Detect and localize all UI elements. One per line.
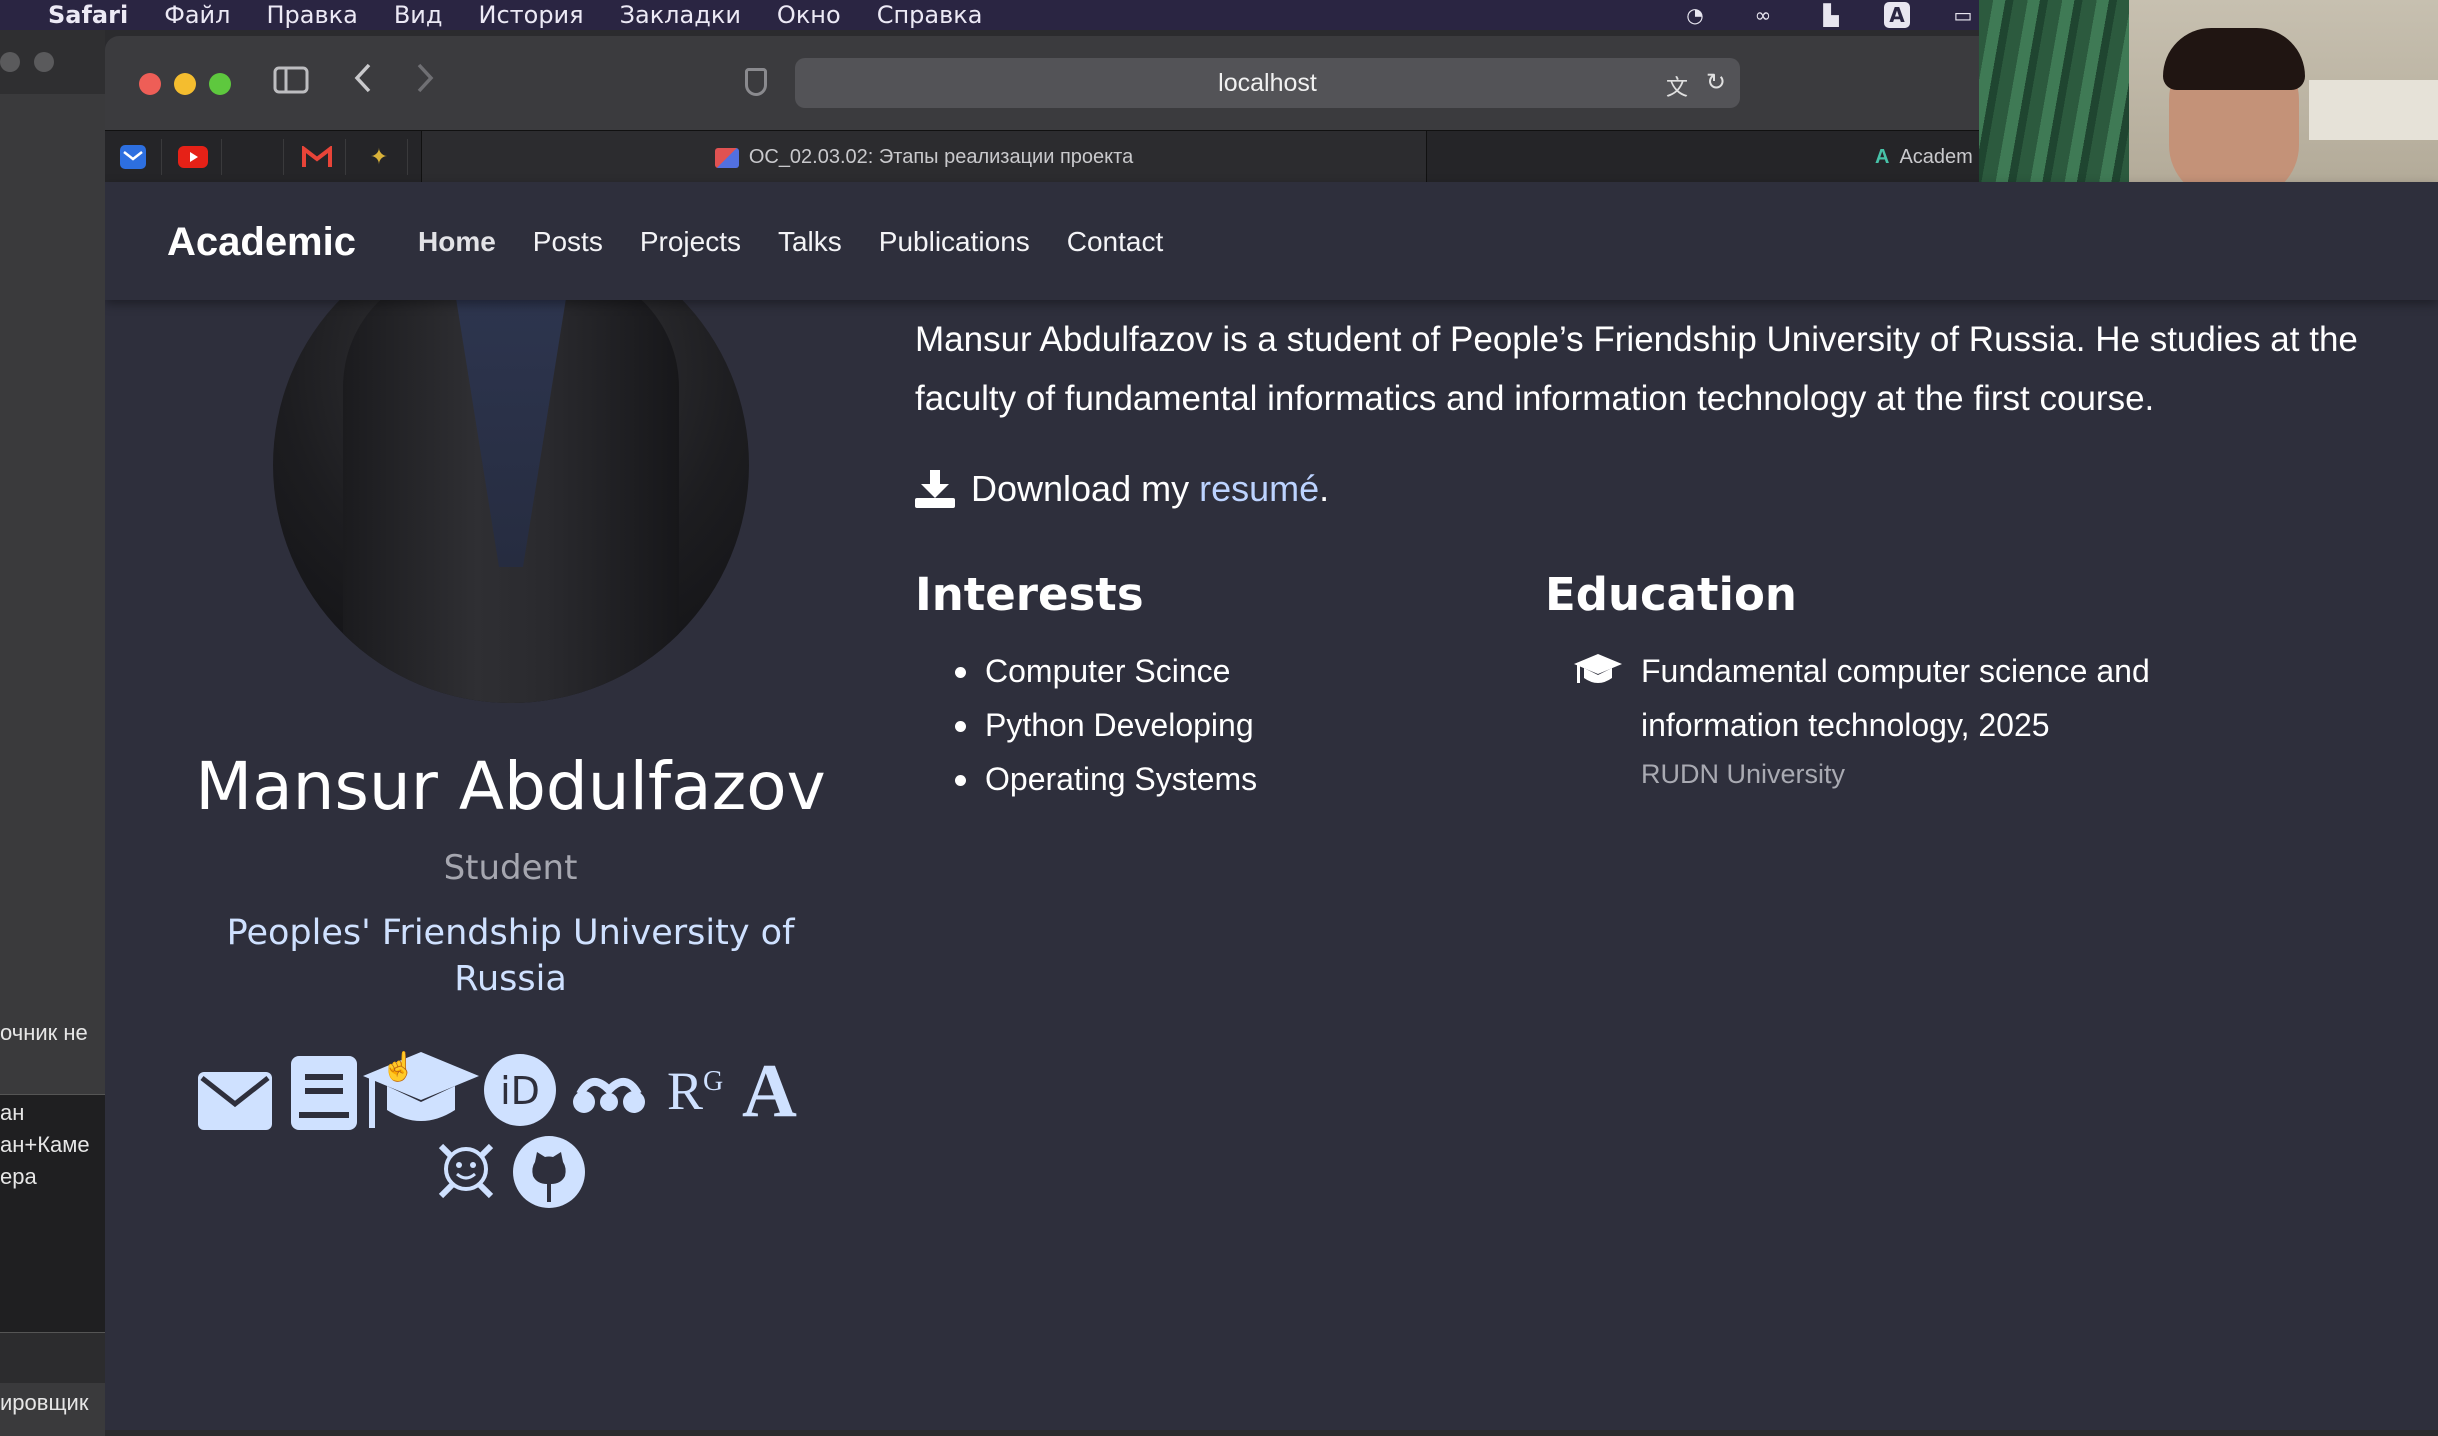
interests-heading: Interests (915, 568, 1144, 621)
menu-view[interactable]: Вид (394, 1, 443, 29)
orcid-icon[interactable]: iD (484, 1054, 556, 1131)
tab-active[interactable]: ОС_02.03.02: Этапы реализации проекта (421, 131, 1427, 183)
notification-icon[interactable]: ▙ (1816, 3, 1846, 27)
list-item: Operating Systems (915, 752, 1257, 806)
zoom-window-button[interactable] (209, 73, 231, 95)
safari-window: localhost 文 ↻ ✦ ОС_02.03.02: Этапы реали… (105, 36, 2438, 1430)
battery-icon[interactable]: ▭ (1948, 3, 1978, 27)
tab-title: Academ (1899, 146, 1973, 168)
profile-name: Mansur Abdulfazov (195, 748, 826, 825)
site-navbar: Academic Home Posts Projects Talks Publi… (105, 182, 2438, 300)
menu-bookmarks[interactable]: Закладки (620, 1, 741, 29)
background-text: ировщик (0, 1390, 89, 1415)
academic-favicon-icon: A (1875, 146, 1890, 168)
web-page: Academic Home Posts Projects Talks Publi… (105, 182, 2438, 1430)
github-icon[interactable] (513, 1136, 585, 1213)
education-course: Fundamental computer science and informa… (1641, 653, 2150, 743)
about-bio: Mansur Abdulfazov is a student of People… (915, 320, 2358, 418)
resume-link[interactable]: resumé (1199, 468, 1319, 510)
svg-text:iD: iD (500, 1069, 540, 1113)
tab-title: ОС_02.03.02: Этапы реализации проекта (748, 146, 1134, 168)
tab-favicon-icon (714, 147, 739, 168)
list-item: Python Developing (915, 698, 1257, 752)
background-text: очник не (0, 1020, 88, 1045)
bookmark-mail-icon[interactable] (105, 139, 162, 175)
forward-icon[interactable] (415, 62, 435, 102)
download-text: Download my (971, 468, 1190, 509)
window-dot (34, 52, 54, 72)
nav-publications[interactable]: Publications (879, 226, 1030, 258)
download-icon (915, 470, 955, 508)
site-nav-links: Home Posts Projects Talks Publications C… (418, 226, 1163, 258)
url-text[interactable]: localhost (795, 58, 1740, 108)
menu-help[interactable]: Справка (877, 1, 983, 29)
sidebar-toggle-icon[interactable] (273, 66, 309, 102)
menubar-app-name[interactable]: Safari (48, 1, 128, 29)
close-window-button[interactable] (139, 73, 161, 95)
education-institution: RUDN University (1641, 759, 1846, 789)
back-icon[interactable] (353, 62, 373, 102)
bookmark-gmail-icon[interactable] (289, 139, 346, 175)
interests-list: Computer Scince Python Developing Operat… (915, 644, 1257, 806)
privacy-shield-icon[interactable] (745, 68, 767, 96)
background-bottom-bar (0, 1332, 105, 1383)
translate-icon[interactable]: 文 (1666, 70, 1688, 102)
sync-icon[interactable]: ◔ (1680, 3, 1710, 27)
background-window-titlebar (0, 30, 105, 94)
menu-window[interactable]: Окно (777, 1, 841, 29)
graduation-cap-icon (1574, 654, 1622, 693)
background-list-item[interactable]: ера (0, 1164, 100, 1190)
profile-organization[interactable]: Peoples' Friendship University of Russia (198, 910, 823, 1002)
profile-role: Student (443, 848, 578, 888)
skull-crossbones-icon[interactable] (435, 1140, 497, 1207)
reload-icon[interactable]: ↻ (1706, 68, 1726, 97)
nav-home[interactable]: Home (418, 226, 496, 258)
keyboard-layout-icon[interactable]: A (1884, 2, 1910, 28)
menu-file[interactable]: Файл (164, 1, 230, 29)
nav-posts[interactable]: Posts (533, 226, 603, 258)
researchgate-icon[interactable]: RG (667, 1060, 723, 1122)
status-tray: ◔ ∞ ▙ A ▭ (1680, 0, 1978, 30)
window-dot (0, 52, 20, 72)
background-window: очник не ан ан+Каме ера ировщик (0, 30, 105, 1436)
webcam-person-hair (2163, 28, 2305, 90)
creative-cloud-icon[interactable]: ∞ (1748, 3, 1778, 27)
mouse-pointer-icon: ☝ (381, 1051, 416, 1082)
menu-edit[interactable]: Правка (267, 1, 358, 29)
nav-talks[interactable]: Talks (778, 226, 842, 258)
list-item: Computer Scince (915, 644, 1257, 698)
background-list-item[interactable]: ан+Каме (0, 1132, 100, 1158)
envelope-icon[interactable] (198, 1072, 272, 1135)
mendeley-icon[interactable] (572, 1072, 646, 1121)
minimize-window-button[interactable] (174, 73, 196, 95)
download-resume: Download my resumé. (915, 468, 1329, 510)
webcam-shelf (2309, 80, 2438, 140)
bookmark-youtube-icon[interactable] (165, 139, 222, 175)
bookmark-apple-icon[interactable] (227, 139, 284, 175)
site-brand[interactable]: Academic (167, 220, 356, 265)
address-bar[interactable]: localhost 文 ↻ (795, 58, 1740, 108)
academia-icon[interactable]: A (742, 1048, 797, 1135)
nav-contact[interactable]: Contact (1067, 226, 1164, 258)
bookmark-emblem-icon[interactable]: ✦ (351, 139, 408, 175)
menu-history[interactable]: История (479, 1, 584, 29)
book-icon[interactable] (291, 1056, 357, 1135)
download-suffix: . (1319, 468, 1330, 509)
background-list-item[interactable]: ан (0, 1100, 100, 1126)
nav-projects[interactable]: Projects (640, 226, 741, 258)
education-heading: Education (1545, 568, 1797, 621)
